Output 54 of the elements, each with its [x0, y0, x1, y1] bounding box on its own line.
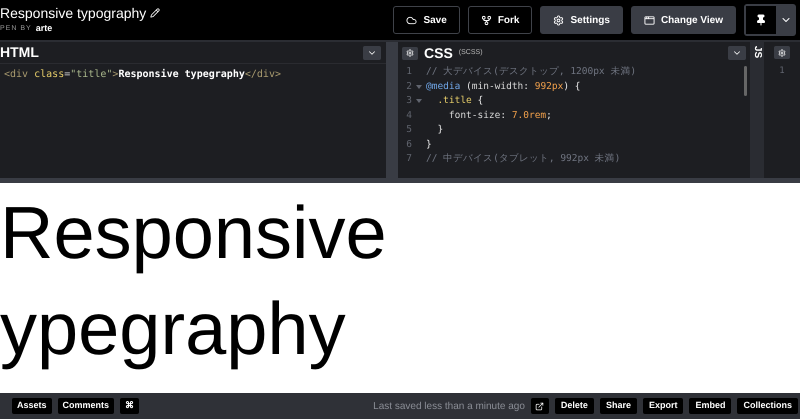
- code-line: font-size: 7.0rem;: [448, 108, 552, 122]
- pin-button[interactable]: [746, 6, 776, 34]
- collapse-button[interactable]: [363, 46, 381, 60]
- footer-button[interactable]: Comments: [58, 398, 114, 414]
- line-number: 3: [405, 94, 412, 108]
- settings-button[interactable]: [402, 46, 418, 60]
- toolbar-button[interactable]: Fork: [468, 6, 532, 34]
- gear-icon: [778, 48, 786, 56]
- settings-button[interactable]: [774, 46, 790, 59]
- code-line: // 大デバイス(デスクトップ, 1200px 未満): [426, 65, 636, 79]
- fold-arrow-icon[interactable]: [416, 84, 422, 89]
- code-line: .title {: [436, 94, 484, 108]
- toolbar-button[interactable]: Save: [393, 6, 460, 34]
- footer-button[interactable]: Share: [600, 398, 637, 414]
- footer-button[interactable]: Assets: [12, 398, 52, 414]
- line-number: 6: [405, 138, 412, 152]
- css-editor-title: CSS: [424, 44, 453, 62]
- scrollbar[interactable]: [744, 66, 747, 96]
- code-line: }: [436, 123, 444, 137]
- line-number: 2: [405, 80, 412, 94]
- line-number: 1: [405, 65, 412, 79]
- code-line: @media (min-width: 992px) {: [426, 80, 580, 94]
- settings-icon: [553, 14, 564, 26]
- pin-icon: [755, 14, 767, 26]
- save-status: Last saved less than a minute ago: [373, 400, 525, 414]
- fork-icon: [480, 14, 492, 26]
- line-number: 5: [405, 123, 412, 137]
- preview-heading: Responsive: [0, 190, 388, 276]
- footer-button[interactable]: Export: [642, 398, 684, 414]
- toolbar-button[interactable]: Settings: [540, 6, 623, 34]
- footer-button[interactable]: Delete: [554, 398, 594, 414]
- footer-button[interactable]: Collections: [737, 398, 798, 414]
- gear-icon: [406, 49, 414, 57]
- code-line: // 中デバイス(タブレット, 992px 未満): [426, 152, 620, 166]
- footer-button[interactable]: ⌘: [120, 398, 140, 414]
- external-link-icon: [535, 402, 544, 410]
- collapse-button[interactable]: [728, 46, 746, 60]
- pen-title: Responsive typography: [0, 4, 146, 22]
- author-link[interactable]: arte: [36, 22, 52, 36]
- cloud-icon: [406, 14, 418, 26]
- line-number: 7: [405, 152, 412, 166]
- html-editor-title: HTML: [0, 43, 39, 62]
- line-number: 4: [405, 108, 412, 122]
- preview-heading: ypegraphy: [0, 286, 347, 372]
- code-line: <div class="title">Responsive typegraphy</div>: [4, 68, 282, 82]
- pencil-icon[interactable]: [150, 8, 160, 18]
- external-link-button[interactable]: [530, 398, 549, 414]
- js-editor-title: JS: [751, 46, 763, 58]
- code-line: }: [426, 138, 432, 152]
- toolbar-button[interactable]: Change View: [630, 6, 736, 34]
- window-icon: [644, 14, 655, 26]
- footer-button[interactable]: Embed: [689, 398, 732, 414]
- line-number: 1: [779, 65, 785, 78]
- fold-arrow-icon[interactable]: [416, 99, 422, 104]
